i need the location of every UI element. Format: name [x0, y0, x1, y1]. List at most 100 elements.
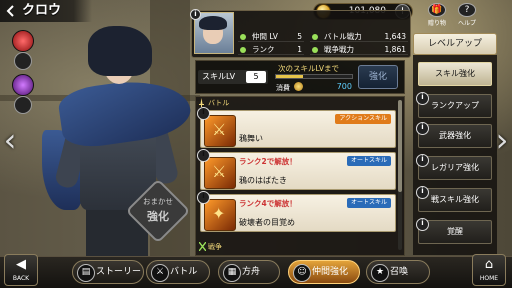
- strengthen-button[interactable]: 強化: [358, 65, 398, 89]
- info-icon: i: [416, 186, 429, 199]
- portrait-hair: [199, 16, 227, 30]
- skill-name: 鴉のはばたき: [239, 176, 287, 185]
- info-icon[interactable]: i: [197, 191, 210, 204]
- menu-item-rank[interactable]: ランクアップ i: [416, 92, 492, 118]
- next-level-label: 次のスキルLVまで: [278, 64, 339, 73]
- skill-row[interactable]: ⚔ ランク2で解放！ 鴉のはばたき オートスキル i: [197, 149, 396, 190]
- nav-label: 召喚: [390, 267, 409, 277]
- nav-ally-button[interactable]: ☺ 仲間強化: [288, 260, 360, 284]
- back-arrow-icon: ◀: [16, 257, 26, 272]
- menu-item-label: 戦スキル強化: [431, 195, 479, 204]
- skill-level-label: スキルLV: [202, 72, 236, 81]
- info-icon: i: [416, 218, 429, 231]
- skill-progress-bar: [275, 74, 353, 79]
- info-icon[interactable]: i: [190, 9, 201, 20]
- scrollbar-thumb[interactable]: [398, 100, 402, 192]
- castle-icon: ▦: [223, 264, 241, 282]
- war-icon: [199, 242, 206, 251]
- info-icon: i: [416, 122, 429, 135]
- page-title: クロウ: [22, 3, 62, 18]
- info-icon: i: [416, 92, 429, 105]
- stat-dot-icon: [312, 34, 318, 40]
- skill-icon: ⚔: [204, 157, 236, 189]
- stat-value: 1: [297, 45, 302, 54]
- menu-item-regalia[interactable]: レガリア強化 i: [416, 154, 492, 180]
- menu-item-weapon[interactable]: 武器強化 i: [416, 122, 492, 148]
- stat-value: 5: [297, 32, 302, 41]
- stat-row: 仲間 LV 5: [238, 31, 304, 42]
- menu-item-label: ランクアップ: [431, 101, 479, 110]
- nav-label: ストーリー: [96, 267, 142, 277]
- nav-label: 方舟: [242, 267, 261, 277]
- stat-label: バトル戦力: [324, 32, 362, 41]
- info-icon[interactable]: i: [197, 107, 210, 120]
- skill-name: 鴉舞い: [239, 134, 263, 143]
- nav-label: バトル: [170, 267, 198, 277]
- chevron-left-icon: [6, 5, 14, 17]
- skill-type-badge: アクションスキル: [335, 114, 391, 124]
- stat-value: 1,643: [384, 32, 406, 41]
- stat-row: バトル戦力 1,643: [310, 31, 408, 42]
- stat-dot-icon: [240, 47, 246, 53]
- stat-value: 1,861: [384, 45, 406, 54]
- home-label: HOME: [479, 275, 499, 282]
- character-hair: [88, 26, 152, 76]
- skill-type-badge: オートスキル: [346, 156, 391, 166]
- skill-row[interactable]: ✦ ランク4で解放！ 破壊者の目覚め オートスキル i: [197, 191, 396, 232]
- sword-weapon-icon[interactable]: [14, 52, 32, 70]
- stat-row: 戦争戦力 1,861: [310, 44, 408, 55]
- help-icon[interactable]: ?: [458, 3, 476, 17]
- home-button[interactable]: ⌂ HOME: [472, 254, 506, 286]
- cost-label: 消費: [276, 84, 290, 92]
- skill-glyph: ⚔: [212, 162, 227, 181]
- skill-glyph: ⚔: [212, 120, 227, 139]
- skill-row[interactable]: ⚔ 鴉舞い アクションスキル i: [197, 107, 396, 148]
- help-label: ヘルプ: [457, 20, 476, 27]
- skill-icon: ✦: [204, 199, 236, 231]
- menu-item-war-skill[interactable]: 戦スキル強化 i: [416, 186, 492, 212]
- next-character-arrow[interactable]: ›: [494, 122, 510, 162]
- skill-unlock-text: ランク4で解放！: [239, 199, 297, 208]
- info-icon: i: [416, 154, 429, 167]
- menu-item-skill[interactable]: スキル強化: [418, 62, 492, 86]
- skill-name: 破壊者の目覚め: [239, 218, 295, 227]
- dark-element-icon[interactable]: [12, 74, 34, 96]
- back-label: BACK: [12, 275, 30, 282]
- cost-value: 700: [336, 82, 352, 91]
- section-header-war: 戦争: [208, 243, 222, 251]
- menu-item-label: レガリア強化: [431, 163, 479, 172]
- fire-element-icon[interactable]: [12, 30, 34, 52]
- skill-unlock-text: ランク2で解放！: [239, 157, 297, 166]
- info-icon[interactable]: i: [197, 149, 210, 162]
- nav-label: 仲間強化: [312, 267, 349, 277]
- auto-enhance-label: おまかせ: [143, 197, 173, 206]
- summon-icon: ★: [371, 264, 389, 282]
- stat-label: 仲間 LV: [252, 32, 278, 41]
- gift-label: 贈り物: [427, 20, 446, 27]
- previous-character-arrow[interactable]: ‹: [2, 122, 18, 162]
- skill-level-value: 5: [246, 71, 266, 83]
- menu-item-label: 武器強化: [439, 131, 471, 140]
- battle-icon: ⚔: [151, 264, 169, 282]
- skill-progress-fill: [276, 75, 303, 78]
- coin-icon: [294, 82, 303, 91]
- skill-glyph: ✦: [212, 204, 226, 223]
- menu-item-label: スキル強化: [435, 69, 475, 78]
- nav-castle-button[interactable]: ▦ 方舟: [218, 260, 280, 284]
- gift-icon[interactable]: 🎁: [428, 3, 446, 17]
- auto-enhance-label: 強化: [147, 210, 169, 223]
- nav-battle-button[interactable]: ⚔ バトル: [146, 260, 210, 284]
- sword-icon: [199, 98, 204, 107]
- stat-row: ランク 1: [238, 44, 304, 55]
- book-icon: ▤: [77, 264, 95, 282]
- menu-item-awaken[interactable]: 覚醒 i: [416, 218, 492, 244]
- nav-story-button[interactable]: ▤ ストーリー: [72, 260, 144, 284]
- level-up-button[interactable]: レベルアップ: [413, 33, 497, 55]
- stat-dot-icon: [312, 47, 318, 53]
- section-header-battle: バトル: [208, 99, 230, 107]
- back-button[interactable]: ◀ BACK: [4, 254, 38, 286]
- nav-summon-button[interactable]: ★ 召喚: [366, 260, 430, 284]
- class-icon[interactable]: [14, 96, 32, 114]
- ally-icon: ☺: [293, 264, 311, 282]
- skill-icon: ⚔: [204, 115, 236, 147]
